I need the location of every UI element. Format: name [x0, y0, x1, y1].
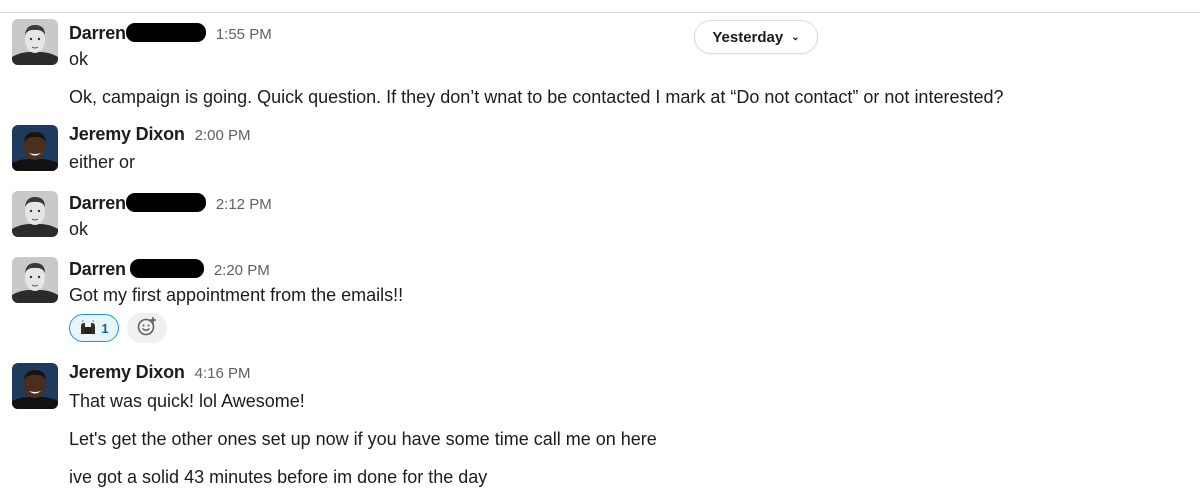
message-text: Got my first appointment from the emails…	[69, 285, 404, 305]
add-reaction-icon	[136, 315, 158, 342]
message-timestamp[interactable]: 2:00 PM	[195, 127, 251, 144]
avatar-jeremy[interactable]	[12, 363, 58, 409]
top-divider	[0, 12, 1200, 13]
message-text: ok	[69, 219, 89, 239]
author-name[interactable]: Darren	[69, 259, 126, 280]
reaction-pill[interactable]: 1	[69, 314, 119, 342]
avatar-jeremy[interactable]	[12, 125, 58, 171]
avatar-darren[interactable]	[12, 19, 58, 65]
author-name[interactable]: Jeremy Dixon	[69, 124, 185, 145]
message-timestamp[interactable]: 2:20 PM	[214, 262, 270, 279]
message-timestamp[interactable]: 4:16 PM	[195, 365, 251, 382]
message-text: That was quick! lol Awesome!	[69, 391, 305, 411]
avatar-darren[interactable]	[12, 257, 58, 303]
reaction-count: 1	[101, 320, 109, 336]
chevron-down-icon: ⌄	[791, 31, 800, 43]
message-header: Darren 1:55 PM	[69, 20, 272, 44]
avatar-darren[interactable]	[12, 191, 58, 237]
redacted-surname	[125, 193, 206, 212]
message-header: Darren 2:20 PM	[69, 256, 270, 280]
message-text: Let's get the other ones set up now if y…	[69, 429, 657, 449]
date-divider-label: Yesterday	[712, 28, 784, 46]
raised-hands-icon	[79, 319, 97, 338]
add-reaction-button[interactable]	[127, 313, 167, 343]
author-name[interactable]: Darren	[69, 193, 126, 214]
date-divider-button[interactable]: Yesterday ⌄	[694, 20, 818, 54]
message-timestamp[interactable]: 2:12 PM	[216, 196, 272, 213]
message-text: ive got a solid 43 minutes before im don…	[69, 467, 488, 487]
message-text: ok	[69, 49, 89, 69]
message-text: either or	[69, 152, 136, 172]
author-name[interactable]: Jeremy Dixon	[69, 362, 185, 383]
message-text: Ok, campaign is going. Quick question. I…	[69, 87, 1004, 107]
message-header: Jeremy Dixon 4:16 PM	[69, 362, 251, 386]
message-header: Darren 2:12 PM	[69, 190, 272, 214]
author-name[interactable]: Darren	[69, 23, 126, 44]
redacted-surname	[125, 23, 206, 42]
message-header: Jeremy Dixon 2:00 PM	[69, 124, 251, 148]
message-timestamp[interactable]: 1:55 PM	[216, 26, 272, 43]
redacted-surname	[129, 259, 204, 278]
